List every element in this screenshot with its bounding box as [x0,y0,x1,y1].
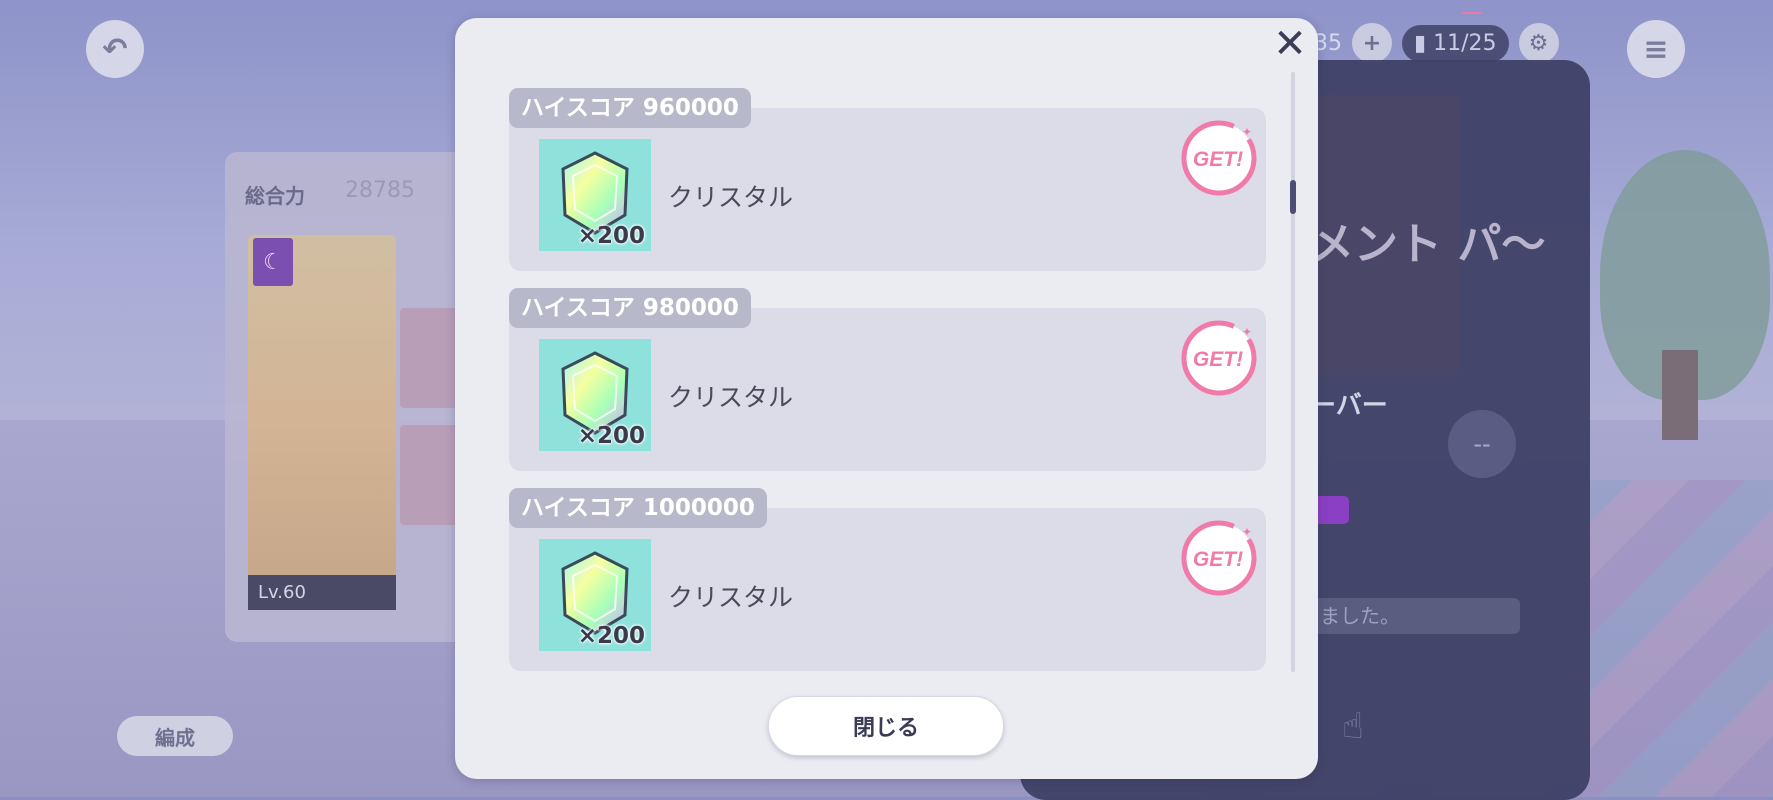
back-arrow-icon: ↶ [102,31,128,67]
close-button[interactable]: 閉じる [768,696,1004,756]
crystal-item-icon: ×200 [539,539,651,651]
score-threshold-label: ハイスコア 1000000 [509,488,767,528]
item-name: クリスタル [668,183,794,212]
item-name: クリスタル [668,383,794,412]
hamburger-menu-icon: ≡ [1643,31,1669,67]
reward-item: ハイスコア 1000000 ×200 クリスタル GET! ✦ [509,488,1267,688]
reward-list: ハイスコア 960000 ×200 クリスタル GET! ✦ ハイスコア 980… [509,88,1267,688]
top-status-bar: 135 + ▮ 11/25 ⚙ [1300,22,1559,64]
reward-item: ハイスコア 960000 ×200 クリスタル GET! ✦ [509,88,1267,288]
get-badge: GET! ✦ [1181,320,1257,396]
svg-text:GET!: GET! [1193,348,1243,371]
sale-tag [1462,12,1482,14]
score-threshold-label: ハイスコア 960000 [509,88,751,128]
leader-card[interactable] [248,235,396,610]
reward-item: ハイスコア 980000 ×200 クリスタル GET! ✦ [509,288,1267,488]
item-quantity: ×200 [577,423,645,449]
crystal-item-icon: ×200 [539,139,651,251]
svg-text:✦: ✦ [1242,525,1252,539]
score-threshold-label: ハイスコア 980000 [509,288,751,328]
hand-pointer-icon: ☝ [1342,706,1364,747]
item-quantity: ×200 [577,623,645,649]
formation-button[interactable]: 編成 [117,716,233,756]
item-name: クリスタル [668,583,794,612]
song-title: ーバー [1310,391,1388,421]
stamina-icon: ▮ [1414,30,1427,56]
svg-text:GET!: GET! [1193,548,1243,571]
moon-attribute-icon: ☾ [253,238,293,286]
menu-button[interactable]: ≡ [1627,20,1685,78]
svg-text:✦: ✦ [1242,125,1252,139]
close-icon: ✕ [1273,21,1307,67]
option-round-button[interactable]: -- [1448,410,1516,478]
scrollbar-thumb[interactable] [1290,180,1296,214]
member-card[interactable] [400,425,460,525]
jacket-title-text: メント パ〜 [1310,219,1546,270]
dialog-close-x-button[interactable]: ✕ [1268,21,1312,67]
settings-gear-icon[interactable]: ⚙ [1518,23,1559,63]
total-power-label: 総合力 [245,184,305,208]
background-tree-trunk [1662,350,1698,440]
svg-text:✦: ✦ [1242,325,1252,339]
item-quantity: ×200 [577,223,645,249]
status-message: ました。 [1300,598,1520,634]
crystal-item-icon: ×200 [539,339,651,451]
get-badge: GET! ✦ [1181,520,1257,596]
back-button[interactable]: ↶ [86,20,144,78]
svg-text:GET!: GET! [1193,148,1243,171]
card-level: Lv.60 [248,575,396,610]
stamina-counter: ▮ 11/25 [1402,24,1509,62]
get-badge: GET! ✦ [1181,120,1257,196]
total-power-value: 28785 [345,178,415,203]
add-currency-icon[interactable]: + [1352,23,1392,63]
member-card[interactable] [400,308,460,408]
scrollbar-track[interactable] [1291,72,1295,672]
stamina-value: 11/25 [1433,30,1497,56]
